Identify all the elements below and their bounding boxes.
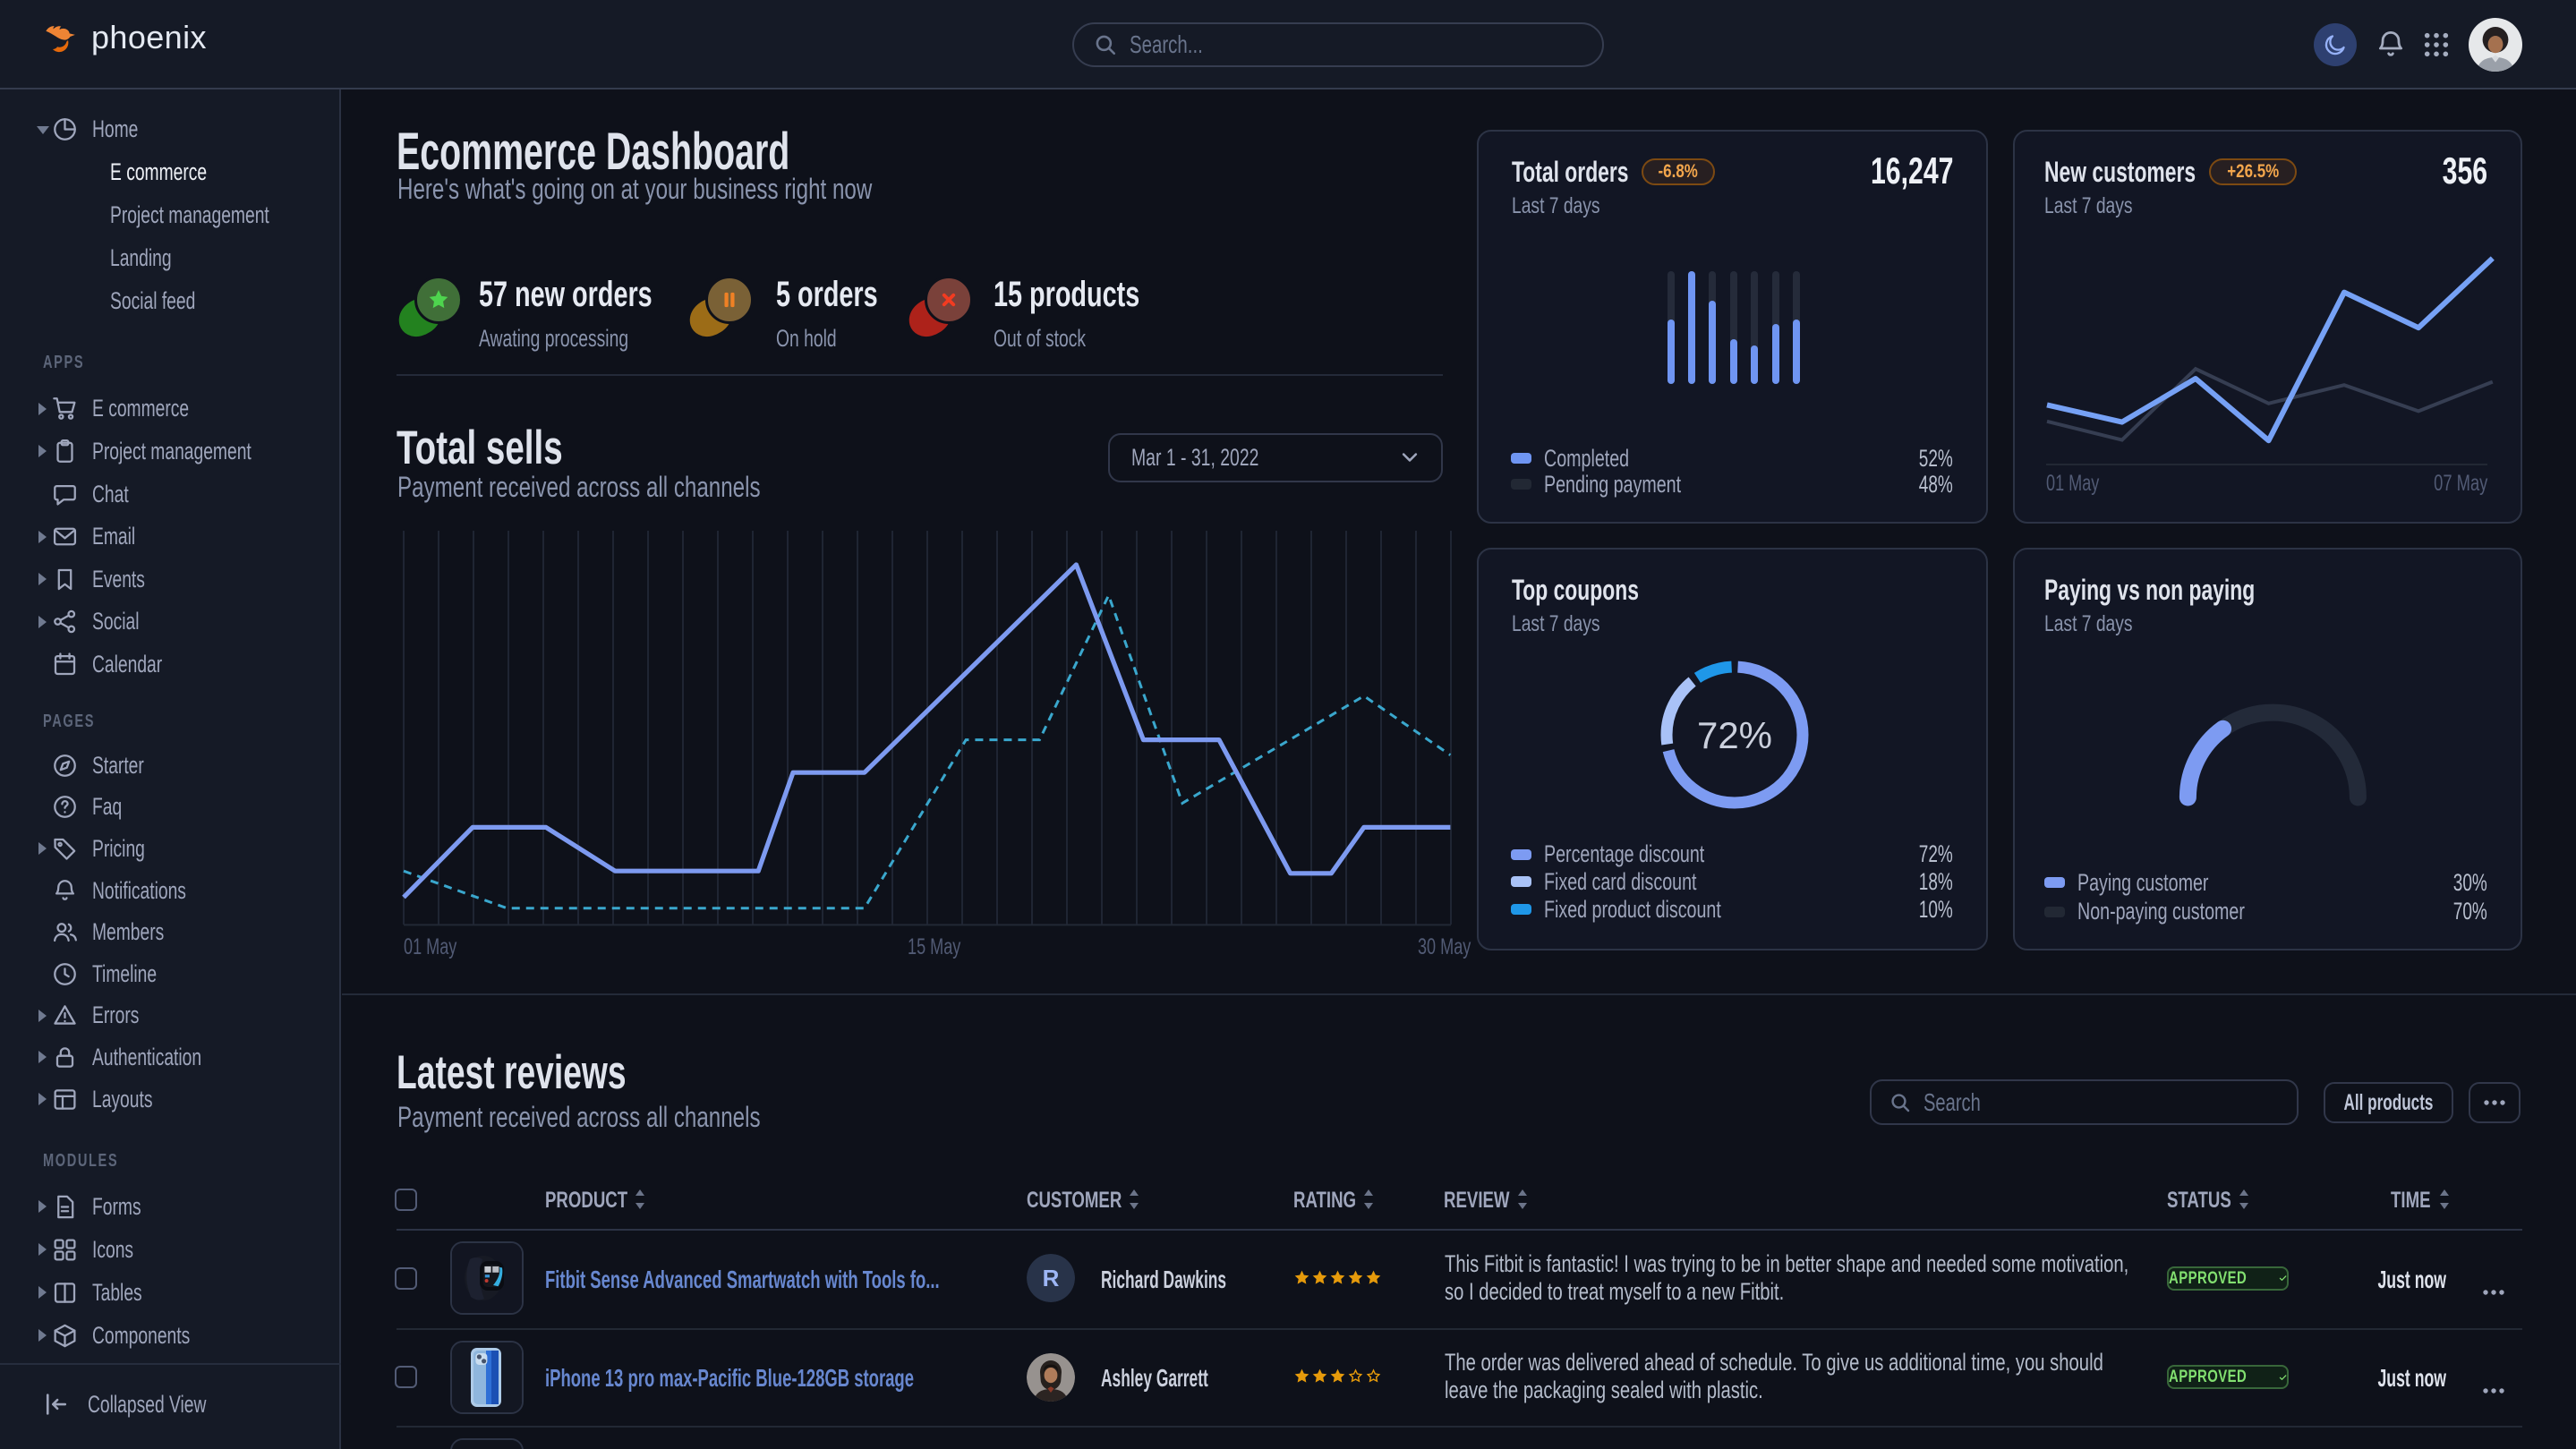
svg-text:72%: 72% [1697,714,1772,756]
